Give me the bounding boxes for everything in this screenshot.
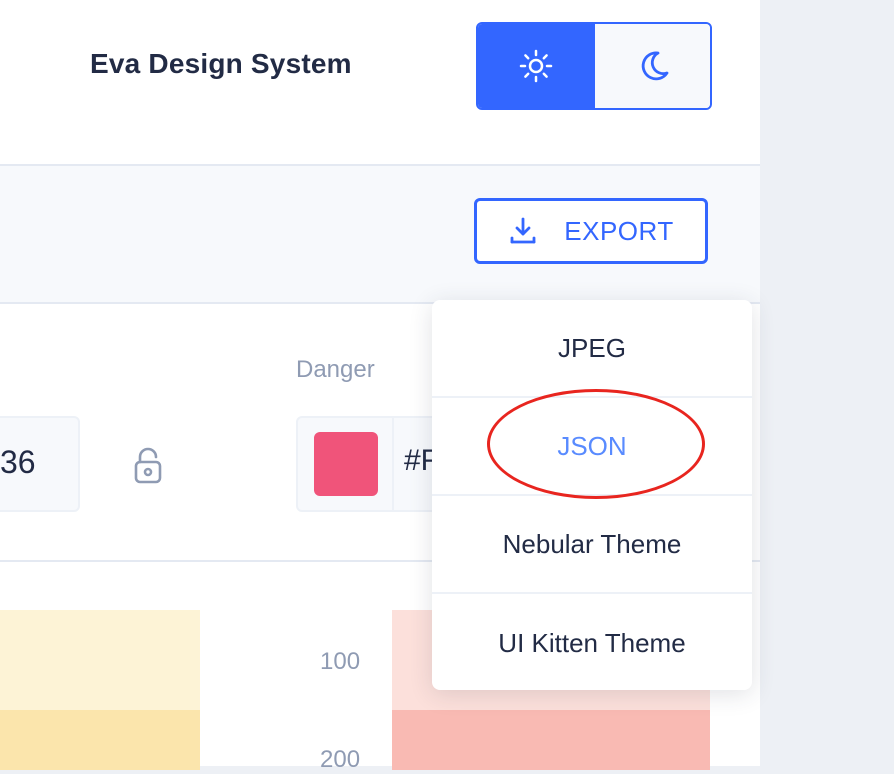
- toolbar: EXPORT: [0, 166, 760, 304]
- export-button[interactable]: EXPORT: [474, 198, 708, 264]
- color-hex-value: 36: [0, 444, 36, 480]
- red-200-swatch: [392, 710, 710, 770]
- moon-icon: [641, 51, 668, 81]
- brand-title: Eva Design System: [90, 48, 352, 79]
- danger-swatch[interactable]: [314, 432, 378, 496]
- yellow-200-swatch: [0, 710, 200, 770]
- export-label: EXPORT: [564, 215, 674, 246]
- shade-label-100: 100: [320, 648, 361, 675]
- menu-item-ui-kitten-theme[interactable]: UI Kitten Theme: [432, 594, 752, 690]
- header: Eva Design System: [0, 0, 760, 166]
- download-icon: [510, 217, 536, 244]
- shade-label-200: 200: [320, 746, 361, 773]
- menu-item-nebular-theme[interactable]: Nebular Theme: [432, 496, 752, 594]
- sun-icon: [519, 49, 552, 83]
- unlock-icon[interactable]: [130, 446, 166, 486]
- menu-item-json[interactable]: JSON: [432, 398, 752, 496]
- divider: [392, 416, 394, 512]
- theme-toggle[interactable]: [476, 22, 712, 110]
- light-theme-button[interactable]: [478, 24, 593, 108]
- export-dropdown-menu: JPEG JSON Nebular Theme UI Kitten Theme: [432, 300, 752, 690]
- yellow-100-swatch: [0, 610, 200, 710]
- dark-theme-button[interactable]: [593, 24, 710, 108]
- danger-label: Danger: [296, 356, 375, 383]
- menu-item-jpeg[interactable]: JPEG: [432, 300, 752, 398]
